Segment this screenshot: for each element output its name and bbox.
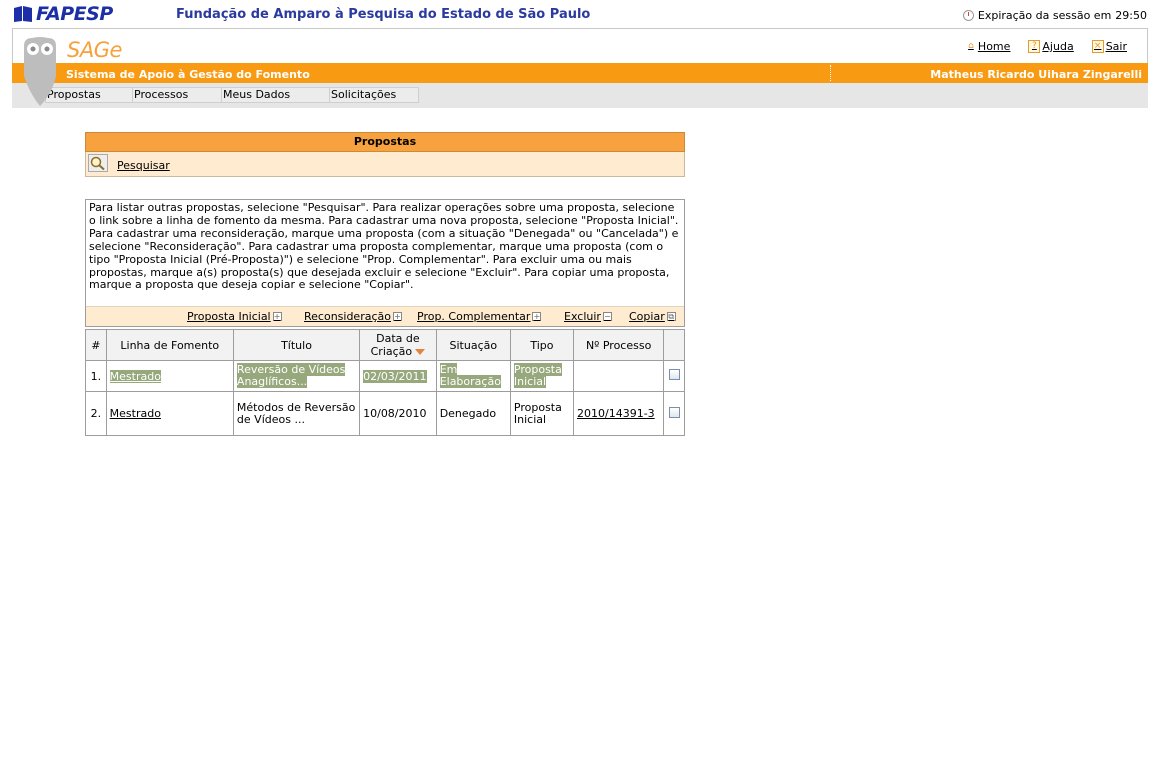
help-link-label: Ajuda <box>1042 40 1074 53</box>
situacao-text: Em Elaboração <box>439 363 501 388</box>
user-name: Matheus Ricardo Uihara Zingarelli <box>930 68 1142 81</box>
processo-link[interactable]: 2010/14391-3 <box>577 407 655 420</box>
cell-processo: 2010/14391-3 <box>572 391 665 436</box>
cell-num: 2. <box>85 391 107 436</box>
panel-body: Pesquisar <box>85 152 685 177</box>
help-icon: ? <box>1028 40 1041 53</box>
cell-titulo: Reversão de Vídeos Anaglíficos... <box>232 360 361 392</box>
owl-mascot-icon <box>24 37 56 106</box>
titulo-text: Reversão de Vídeos Anaglíficos... <box>236 363 346 388</box>
propostas-table: # Linha de Fomento Título Data de Criaçã… <box>85 329 685 436</box>
prop-complementar-label: Prop. Complementar <box>417 310 531 323</box>
table-row: 1. Mestrado Reversão de Vídeos Anaglífic… <box>85 360 685 392</box>
table-row: 2. Mestrado Métodos de Reversão de Vídeo… <box>85 391 685 436</box>
cell-linha: Mestrado <box>105 391 234 436</box>
col-header-num: # <box>85 329 107 361</box>
instructions-text: Para listar outras propostas, selecione … <box>89 201 679 292</box>
main-menu: Propostas Processos Meus Dados Solicitaç… <box>12 83 1148 108</box>
excluir-action[interactable]: Excluir − <box>564 310 612 323</box>
session-label: Expiração da sessão em <box>977 9 1112 22</box>
plus-icon: + <box>393 312 402 321</box>
cell-tipo: Proposta Inicial <box>509 360 575 392</box>
reconsideracao-label: Reconsideração <box>304 310 391 323</box>
fapesp-logo-text: FAPESP <box>36 3 113 25</box>
app-header: SAGe ⌂ Home ? Ajuda × Sair Sistema de Ap… <box>12 28 1148 108</box>
cell-situacao: Denegado <box>435 391 511 436</box>
sage-logo: SAGe <box>67 38 122 62</box>
col-header-data[interactable]: Data de Criação <box>359 329 437 361</box>
cell-select <box>663 360 685 392</box>
cell-titulo: Métodos de Reversão de Vídeos ... <box>232 391 361 436</box>
plus-icon: + <box>532 312 542 321</box>
home-icon: ⌂ <box>968 41 974 51</box>
col-header-select <box>663 329 685 361</box>
copiar-action[interactable]: Copiar ⧉ <box>629 310 676 323</box>
sort-desc-icon[interactable] <box>415 349 426 355</box>
help-link[interactable]: ? Ajuda <box>1028 40 1074 53</box>
row-checkbox[interactable] <box>668 406 680 418</box>
top-bar: FAPESP Fundação de Amparo à Pesquisa do … <box>0 0 1161 28</box>
data-text: 02/03/2011 <box>363 369 427 383</box>
exit-link-label: Sair <box>1105 40 1127 53</box>
home-link[interactable]: ⌂ Home <box>966 40 1010 53</box>
cell-data: 10/08/2010 <box>359 391 437 436</box>
proposta-inicial-action[interactable]: Proposta Inicial + <box>187 310 282 323</box>
app-title-bar: Sistema de Apoio à Gestão do Fomento Mat… <box>12 63 1148 83</box>
cell-data: 02/03/2011 <box>359 360 437 392</box>
linha-fomento-link[interactable]: Mestrado <box>110 407 161 420</box>
clock-icon <box>962 10 974 21</box>
search-button[interactable] <box>88 154 108 172</box>
session-expiration: Expiração da sessão em 29:50 <box>962 9 1147 22</box>
col-header-linha: Linha de Fomento <box>105 329 234 361</box>
tipo-text: Proposta Inicial <box>513 363 562 388</box>
plus-icon: + <box>272 312 282 321</box>
prop-complementar-action[interactable]: Prop. Complementar + <box>417 310 542 323</box>
col-header-processo: Nº Processo <box>572 329 665 361</box>
action-bar: Proposta Inicial + Reconsideração + Prop… <box>86 306 684 326</box>
exit-link[interactable]: × Sair <box>1091 40 1127 53</box>
cell-linha: Mestrado <box>105 360 234 392</box>
linha-fomento-link[interactable]: Mestrado <box>109 369 161 383</box>
panel-title: Propostas <box>85 132 685 152</box>
top-links: ⌂ Home ? Ajuda × Sair <box>966 40 1127 53</box>
search-link[interactable]: Pesquisar <box>117 159 170 172</box>
proposta-inicial-label: Proposta Inicial <box>187 310 271 323</box>
reconsideracao-action[interactable]: Reconsideração + <box>304 310 402 323</box>
fapesp-logo: FAPESP <box>12 3 113 25</box>
col-header-data-line1: Data de <box>376 332 420 345</box>
col-header-situacao: Situação <box>435 329 511 361</box>
app-header-top: SAGe ⌂ Home ? Ajuda × Sair <box>12 28 1148 63</box>
copiar-label: Copiar <box>629 310 665 323</box>
magnifier-icon <box>90 156 105 171</box>
instructions-box: Para listar outras propostas, selecione … <box>85 199 685 327</box>
col-header-titulo: Título <box>232 329 361 361</box>
cell-processo <box>572 360 665 392</box>
fapesp-book-icon <box>14 6 32 22</box>
cell-select <box>663 391 685 436</box>
col-header-data-line2: Criação <box>370 345 413 358</box>
system-subtitle: Sistema de Apoio à Gestão do Fomento <box>66 68 310 81</box>
title-bar-separator <box>830 65 831 81</box>
menu-item-meus-dados[interactable]: Meus Dados <box>222 87 330 103</box>
propostas-panel: Propostas Pesquisar <box>85 132 685 177</box>
organization-name: Fundação de Amparo à Pesquisa do Estado … <box>176 7 591 22</box>
cell-situacao: Em Elaboração <box>435 360 511 392</box>
table-header-row: # Linha de Fomento Título Data de Criaçã… <box>85 329 685 361</box>
home-link-label: Home <box>977 40 1011 53</box>
minus-icon: − <box>602 312 612 321</box>
session-time: 29:50 <box>1115 9 1147 22</box>
copy-icon: ⧉ <box>666 312 676 321</box>
row-checkbox[interactable] <box>668 369 680 380</box>
exit-icon: × <box>1091 40 1104 53</box>
menu-item-processos[interactable]: Processos <box>133 87 222 103</box>
menu-item-solicitacoes[interactable]: Solicitações <box>330 87 419 103</box>
cell-num: 1. <box>85 360 107 392</box>
excluir-label: Excluir <box>564 310 601 323</box>
col-header-tipo: Tipo <box>509 329 575 361</box>
cell-tipo: Proposta Inicial <box>509 391 575 436</box>
